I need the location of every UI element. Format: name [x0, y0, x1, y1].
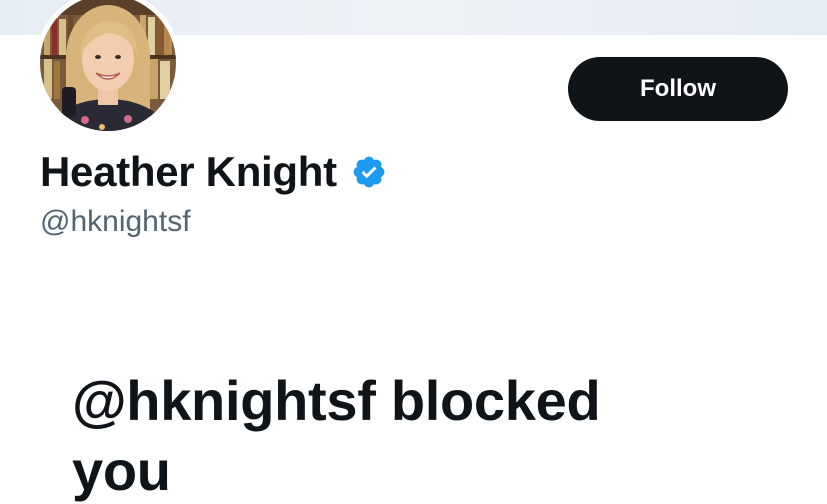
blocked-message: @hknightsf blocked you: [72, 369, 601, 502]
follow-button[interactable]: Follow: [568, 57, 788, 121]
avatar[interactable]: [40, 0, 176, 131]
name-row: Heather Knight: [40, 146, 387, 198]
profile-page: Follow Heather Knight @hknightsf @hknigh…: [0, 0, 827, 504]
avatar-image: [40, 0, 176, 131]
display-name: Heather Knight: [40, 148, 337, 195]
profile-handle: @hknightsf: [40, 205, 191, 238]
verified-badge-icon[interactable]: [351, 154, 387, 190]
